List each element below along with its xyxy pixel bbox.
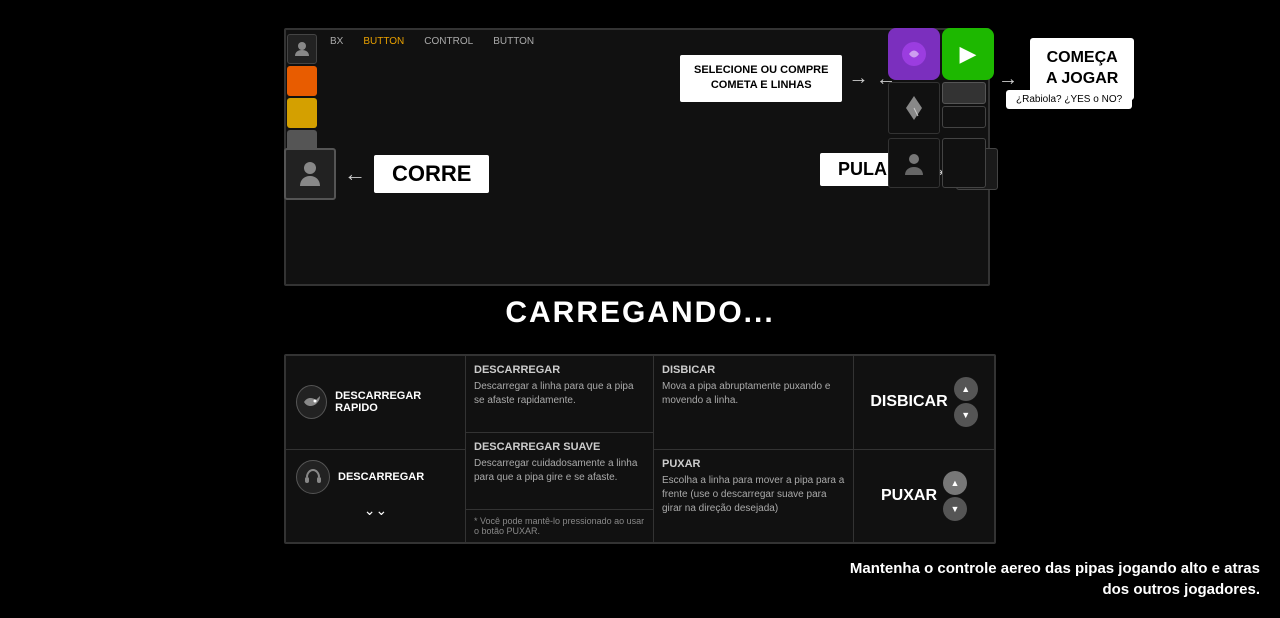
- disbicar-desc: Mova a pipa abruptamente puxando e moven…: [662, 380, 845, 408]
- chevron-down-icon: ⌄⌄: [364, 502, 387, 519]
- arrow-left-icons: ←: [876, 68, 896, 91]
- info-center: DESCARREGAR Descarregar a linha para que…: [466, 356, 654, 542]
- disbicar-button[interactable]: DISBICAR ▲ ▼: [854, 356, 994, 450]
- sidebar-icon-yellow[interactable]: [287, 98, 317, 128]
- note-text: * Você pode mantê-lo pressionado ao usar…: [466, 509, 653, 542]
- info-left-bottom: DESCARREGAR ⌄⌄: [286, 450, 465, 543]
- icon-play[interactable]: ▶: [942, 28, 994, 80]
- loading-text: CARREGANDO...: [0, 296, 1280, 330]
- game-icons-area: ▶: [888, 28, 988, 193]
- info-center-bottom: DESCARREGAR SUAVE Descarregar cuidadosam…: [466, 433, 653, 509]
- select-area: SELECIONE OU COMPRE COMETA E LINHAS →: [680, 55, 868, 102]
- descarregar-label: DESCARREGAR: [338, 471, 424, 483]
- select-box[interactable]: SELECIONE OU COMPRE COMETA E LINHAS: [680, 55, 842, 102]
- puxar-title: PUXAR: [662, 458, 845, 470]
- scroll-up-icon[interactable]: ▲: [954, 377, 978, 401]
- info-right-top: DISBICAR Mova a pipa abruptamente puxand…: [654, 356, 853, 450]
- action-icon-headphone: [296, 460, 330, 494]
- bottom-right-text: Mantenha o controle aereo das pipas joga…: [850, 558, 1260, 600]
- sidebar-icon-top[interactable]: [287, 34, 317, 64]
- nav-button2[interactable]: BUTTON: [493, 36, 534, 47]
- disbicar-title: DISBICAR: [662, 364, 845, 376]
- descarregar-title: DESCARREGAR: [474, 364, 645, 376]
- descarregar-desc: Descarregar a linha para que a pipa se a…: [474, 380, 645, 408]
- puxar-scroll-down[interactable]: ▼: [943, 497, 967, 521]
- arrow-select: →: [848, 67, 868, 90]
- info-panel: DESCARREGAR RAPIDO DESCARREGAR ⌄⌄ DESCAR…: [284, 354, 996, 544]
- scroll-down-icon[interactable]: ▼: [954, 403, 978, 427]
- info-left: DESCARREGAR RAPIDO DESCARREGAR ⌄⌄: [286, 356, 466, 542]
- icon-char-small2: [888, 138, 940, 188]
- corre-label: CORRE: [374, 155, 489, 193]
- descarregar-rapido-label: DESCARREGAR RAPIDO: [335, 390, 455, 414]
- info-right: DISBICAR Mova a pipa abruptamente puxand…: [654, 356, 854, 542]
- info-left-top: DESCARREGAR RAPIDO: [286, 356, 465, 450]
- rabiola-box: ¿Rabiola? ¿YES o NO?: [1006, 90, 1132, 109]
- nav-button1[interactable]: BUTTON: [363, 36, 404, 47]
- descarregar-suave-title: DESCARREGAR SUAVE: [474, 441, 645, 453]
- info-center-top: DESCARREGAR Descarregar a linha para que…: [466, 356, 653, 433]
- puxar-desc: Escolha a linha para mover a pipa para a…: [662, 474, 845, 516]
- nav-control[interactable]: CONTROL: [424, 36, 473, 47]
- descarregar-suave-desc: Descarregar cuidadosamente a linha para …: [474, 457, 645, 485]
- icon-extra: [942, 138, 986, 188]
- arrow-left-corre: ←: [344, 161, 366, 187]
- arrow-right-icons: →: [998, 68, 1018, 91]
- icon-dark-box: [942, 106, 986, 128]
- icon-small-bar: [942, 82, 986, 104]
- action-icon-fish: [296, 385, 327, 419]
- puxar-button[interactable]: PUXAR ▲ ▼: [854, 450, 994, 543]
- info-right-bottom: PUXAR Escolha a linha para mover a pipa …: [654, 450, 853, 543]
- nav-bx[interactable]: BX: [330, 36, 343, 47]
- puxar-scroll-up[interactable]: ▲: [943, 471, 967, 495]
- game-nav: BX BUTTON CONTROL BUTTON: [320, 28, 960, 54]
- character-icon: [284, 148, 336, 200]
- sidebar-icon-orange[interactable]: [287, 66, 317, 96]
- corre-section: ← CORRE: [284, 148, 489, 200]
- info-far-right: DISBICAR ▲ ▼ PUXAR ▲ ▼: [854, 356, 994, 542]
